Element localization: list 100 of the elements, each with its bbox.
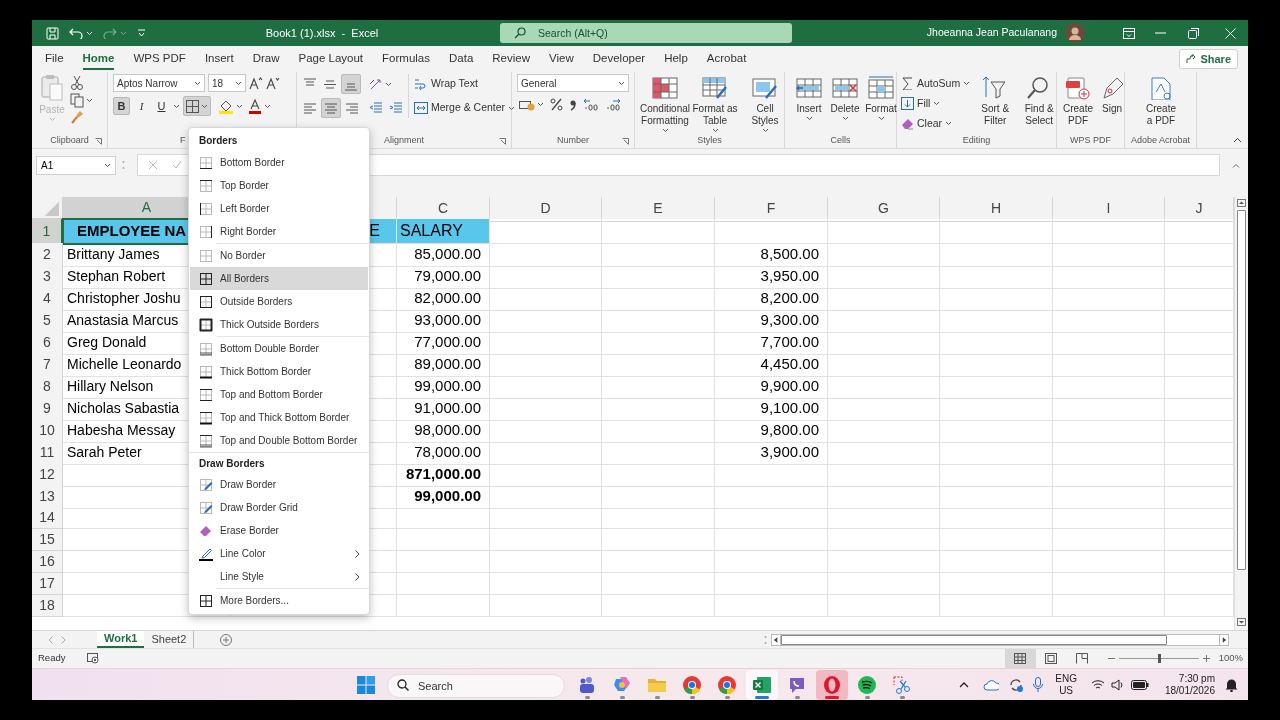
name-box[interactable]: A1 <box>36 155 116 175</box>
create-pdf-button[interactable]: Create PDF <box>1063 74 1093 127</box>
ribbon-tab[interactable]: Review <box>492 48 531 70</box>
row-header[interactable]: 9 <box>32 397 63 421</box>
cut-icon[interactable] <box>70 75 84 91</box>
increase-decimal-icon[interactable] <box>583 98 599 111</box>
format-cells-button[interactable]: Format <box>863 74 899 121</box>
decrease-decimal-icon[interactable] <box>605 98 621 111</box>
chevron-up-icon[interactable] <box>959 681 970 688</box>
collapse-ribbon-icon[interactable] <box>1233 137 1242 143</box>
row-header[interactable]: 3 <box>32 265 63 289</box>
sort-filter-button[interactable]: Sort & Filter <box>976 74 1015 133</box>
font-color-icon[interactable] <box>248 98 262 114</box>
row-header[interactable]: 15 <box>32 529 63 551</box>
customize-icon[interactable] <box>137 29 146 37</box>
fill-button[interactable]: Fill <box>901 94 971 113</box>
menu-item[interactable]: Bottom Border <box>190 151 368 174</box>
row-header[interactable]: 16 <box>32 551 63 573</box>
row-header[interactable]: 2 <box>32 243 63 267</box>
column-header[interactable]: E <box>602 197 715 222</box>
percent-icon[interactable] <box>550 98 563 111</box>
menu-item[interactable]: More Borders... <box>190 589 368 612</box>
ribbon-tab[interactable]: File <box>45 48 64 70</box>
decrease-indent-icon[interactable] <box>369 102 383 114</box>
zoom-out-icon[interactable] <box>1107 655 1115 662</box>
accounting-icon[interactable] <box>519 98 535 111</box>
ribbon-tab[interactable]: Help <box>664 48 688 70</box>
ribbon-tab[interactable]: Draw <box>252 48 280 70</box>
sign-button[interactable]: Sign <box>1097 74 1127 127</box>
scroll-up-icon[interactable] <box>1237 199 1246 207</box>
ribbon-tab[interactable]: Developer <box>592 48 646 70</box>
wrap-text-button[interactable]: Wrap Text <box>414 75 516 93</box>
column-header[interactable]: G <box>828 197 940 222</box>
row-header[interactable]: 12 <box>32 463 63 487</box>
share-button[interactable]: Share <box>1179 49 1238 69</box>
increase-font-size-icon[interactable] <box>249 76 263 90</box>
add-sheet-icon[interactable] <box>220 633 233 646</box>
ribbon-tab[interactable]: Formulas <box>382 48 430 70</box>
row-header[interactable]: 4 <box>32 287 63 311</box>
column-header[interactable]: D <box>490 197 602 222</box>
wifi-icon[interactable] <box>1090 679 1105 690</box>
copy-icon[interactable] <box>70 93 84 108</box>
clear-button[interactable]: Clear <box>901 114 971 133</box>
menu-item[interactable]: All Borders <box>190 267 368 290</box>
font-size-field[interactable]: 18 <box>208 74 246 92</box>
normal-view-button[interactable] <box>1004 649 1036 668</box>
zoom-slider[interactable] <box>1118 654 1199 663</box>
menu-item[interactable]: Erase Border <box>190 519 368 542</box>
number-format-field[interactable]: General <box>517 74 629 92</box>
volume-icon[interactable] <box>1110 678 1125 691</box>
notification-bell-icon[interactable] <box>1225 677 1238 692</box>
macro-record-icon[interactable] <box>87 653 100 664</box>
increase-indent-icon[interactable] <box>389 102 403 114</box>
scroll-down-icon[interactable] <box>1237 618 1246 626</box>
row-header[interactable]: 8 <box>32 375 63 399</box>
fill-color-icon[interactable] <box>218 98 234 114</box>
row-header[interactable]: 5 <box>32 309 63 333</box>
merge-center-button[interactable]: Merge & Center <box>414 99 516 117</box>
delete-cells-button[interactable]: Delete <box>827 74 863 121</box>
find-select-button[interactable]: Find & Select <box>1020 74 1059 133</box>
ribbon-tab[interactable]: Insert <box>204 48 234 70</box>
zoom-in-icon[interactable] <box>1202 655 1210 662</box>
menu-item[interactable]: Top Border <box>190 174 368 197</box>
dialog-launcher-icon[interactable] <box>95 138 102 145</box>
sync-icon[interactable] <box>1008 676 1025 693</box>
ribbon-tab[interactable]: Acrobat <box>706 48 747 70</box>
autosum-button[interactable]: AutoSum <box>901 74 971 93</box>
microphone-icon[interactable] <box>1033 677 1044 692</box>
scroll-thumb[interactable] <box>1237 210 1246 570</box>
dialog-launcher-icon[interactable] <box>499 138 506 145</box>
dialog-launcher-icon[interactable] <box>622 138 629 145</box>
battery-icon[interactable] <box>1130 679 1149 690</box>
cell-styles-button[interactable]: Cell Styles <box>741 74 789 133</box>
underline-button[interactable]: U <box>153 97 170 115</box>
bold-button[interactable]: B <box>113 97 130 115</box>
column-header[interactable]: F <box>715 197 828 222</box>
menu-item[interactable]: Draw Border <box>190 473 368 496</box>
ribbon-tab[interactable]: View <box>549 48 574 70</box>
ribbon-tab[interactable]: Home <box>82 48 115 70</box>
search-field[interactable]: Search (Alt+Q) <box>500 23 792 43</box>
decrease-font-size-icon[interactable] <box>266 76 280 90</box>
ribbon-display-icon[interactable] <box>1123 27 1135 39</box>
save-icon[interactable] <box>46 26 59 40</box>
close-icon[interactable] <box>1225 27 1236 39</box>
column-header[interactable]: H <box>940 197 1053 222</box>
conditional-formatting-button[interactable]: Conditional Formatting <box>641 74 689 133</box>
row-header[interactable]: 13 <box>32 485 63 509</box>
row-header[interactable]: 10 <box>32 419 63 443</box>
taskbar-search-field[interactable]: Search <box>387 673 565 698</box>
ribbon-tab[interactable]: WPS PDF <box>133 48 186 70</box>
cloud-icon[interactable] <box>983 678 1000 691</box>
format-as-table-button[interactable]: Format as Table <box>691 74 739 133</box>
row-header[interactable]: 11 <box>32 441 63 465</box>
column-header[interactable]: I <box>1053 197 1165 222</box>
menu-item[interactable]: Line Style <box>190 565 368 588</box>
insert-cells-button[interactable]: Insert <box>791 74 827 121</box>
create-a-pdf-button[interactable]: Create a PDF <box>1139 74 1183 127</box>
format-painter-icon[interactable] <box>70 110 84 124</box>
undo-icon[interactable] <box>69 27 83 39</box>
borders-button[interactable] <box>183 96 211 116</box>
